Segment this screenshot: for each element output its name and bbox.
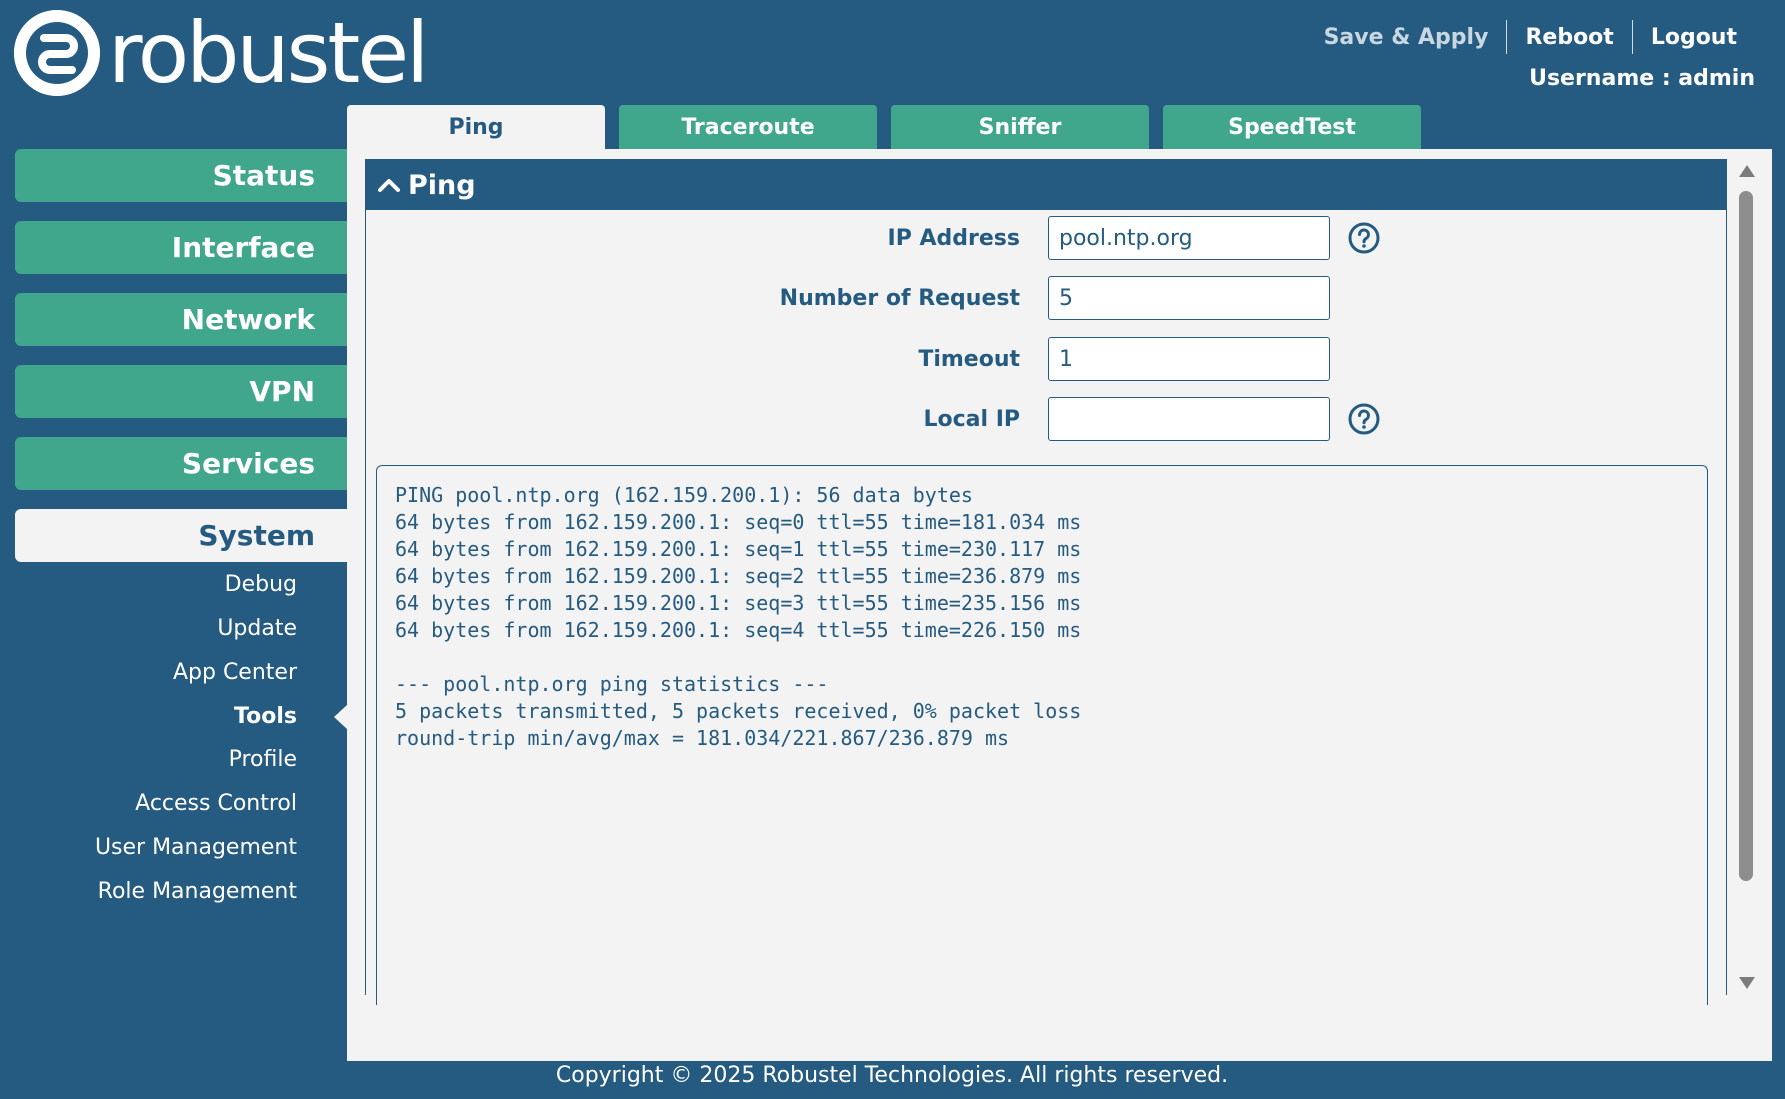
tools-tabs: Ping Traceroute Sniffer SpeedTest — [347, 105, 1435, 149]
scroll-down-arrow-icon[interactable] — [1739, 977, 1755, 989]
logout-button[interactable]: Logout — [1633, 25, 1755, 50]
username-display: Username : admin — [1529, 66, 1755, 91]
form-row-requests: Number of Request — [366, 276, 1726, 320]
scrollbar-thumb[interactable] — [1739, 191, 1753, 881]
number-of-request-label: Number of Request — [779, 286, 1020, 311]
subnav-update[interactable]: Update — [217, 616, 297, 641]
tab-traceroute[interactable]: Traceroute — [619, 105, 877, 149]
tab-ping[interactable]: Ping — [347, 105, 605, 149]
robustel-logo-text: robustel — [108, 4, 429, 102]
tab-sniffer[interactable]: Sniffer — [891, 105, 1149, 149]
form-row-local-ip: Local IP — [366, 397, 1726, 441]
nav-network[interactable]: Network — [15, 293, 347, 346]
timeout-label: Timeout — [918, 347, 1020, 372]
number-of-request-input[interactable] — [1048, 276, 1330, 320]
timeout-input[interactable] — [1048, 337, 1330, 381]
ping-output: PING pool.ntp.org (162.159.200.1): 56 da… — [376, 465, 1708, 1005]
nav-status[interactable]: Status — [15, 149, 347, 202]
local-ip-input[interactable] — [1048, 397, 1330, 441]
footer-copyright: Copyright © 2025 Robustel Technologies. … — [555, 1063, 1229, 1088]
subnav-access-control[interactable]: Access Control — [135, 791, 297, 816]
subnav-user-management[interactable]: User Management — [95, 835, 297, 860]
reboot-button[interactable]: Reboot — [1507, 25, 1631, 50]
nav-services[interactable]: Services — [15, 437, 347, 490]
nav-system[interactable]: System — [15, 509, 347, 562]
subnav-app-center[interactable]: App Center — [173, 660, 297, 685]
active-item-pointer — [334, 705, 347, 729]
main-panel: Ping IP Address Number of Request Timeou… — [347, 149, 1772, 1061]
form-row-timeout: Timeout — [366, 337, 1726, 381]
ip-address-label: IP Address — [887, 226, 1020, 251]
scroll-up-arrow-icon[interactable] — [1739, 165, 1755, 177]
local-ip-label: Local IP — [923, 407, 1020, 432]
help-icon[interactable] — [1348, 403, 1380, 435]
subnav-debug[interactable]: Debug — [225, 572, 297, 597]
tab-speedtest[interactable]: SpeedTest — [1163, 105, 1421, 149]
nav-vpn[interactable]: VPN — [15, 365, 347, 418]
chevron-up-icon — [378, 179, 400, 192]
robustel-logo-icon — [14, 10, 100, 96]
form-row-ip: IP Address — [366, 216, 1726, 260]
subnav-role-management[interactable]: Role Management — [98, 879, 297, 904]
ping-section: Ping IP Address Number of Request Timeou… — [365, 159, 1727, 1005]
section-header[interactable]: Ping — [366, 160, 1726, 210]
nav-interface[interactable]: Interface — [15, 221, 347, 274]
subnav-profile[interactable]: Profile — [229, 747, 297, 772]
section-title: Ping — [408, 169, 476, 201]
save-apply-button[interactable]: Save & Apply — [1306, 25, 1507, 50]
help-icon[interactable] — [1348, 222, 1380, 254]
robustel-logo: robustel — [14, 4, 429, 102]
header-actions: Save & Apply Reboot Logout — [1306, 20, 1755, 54]
ip-address-input[interactable] — [1048, 216, 1330, 260]
subnav-tools[interactable]: Tools — [234, 704, 297, 729]
